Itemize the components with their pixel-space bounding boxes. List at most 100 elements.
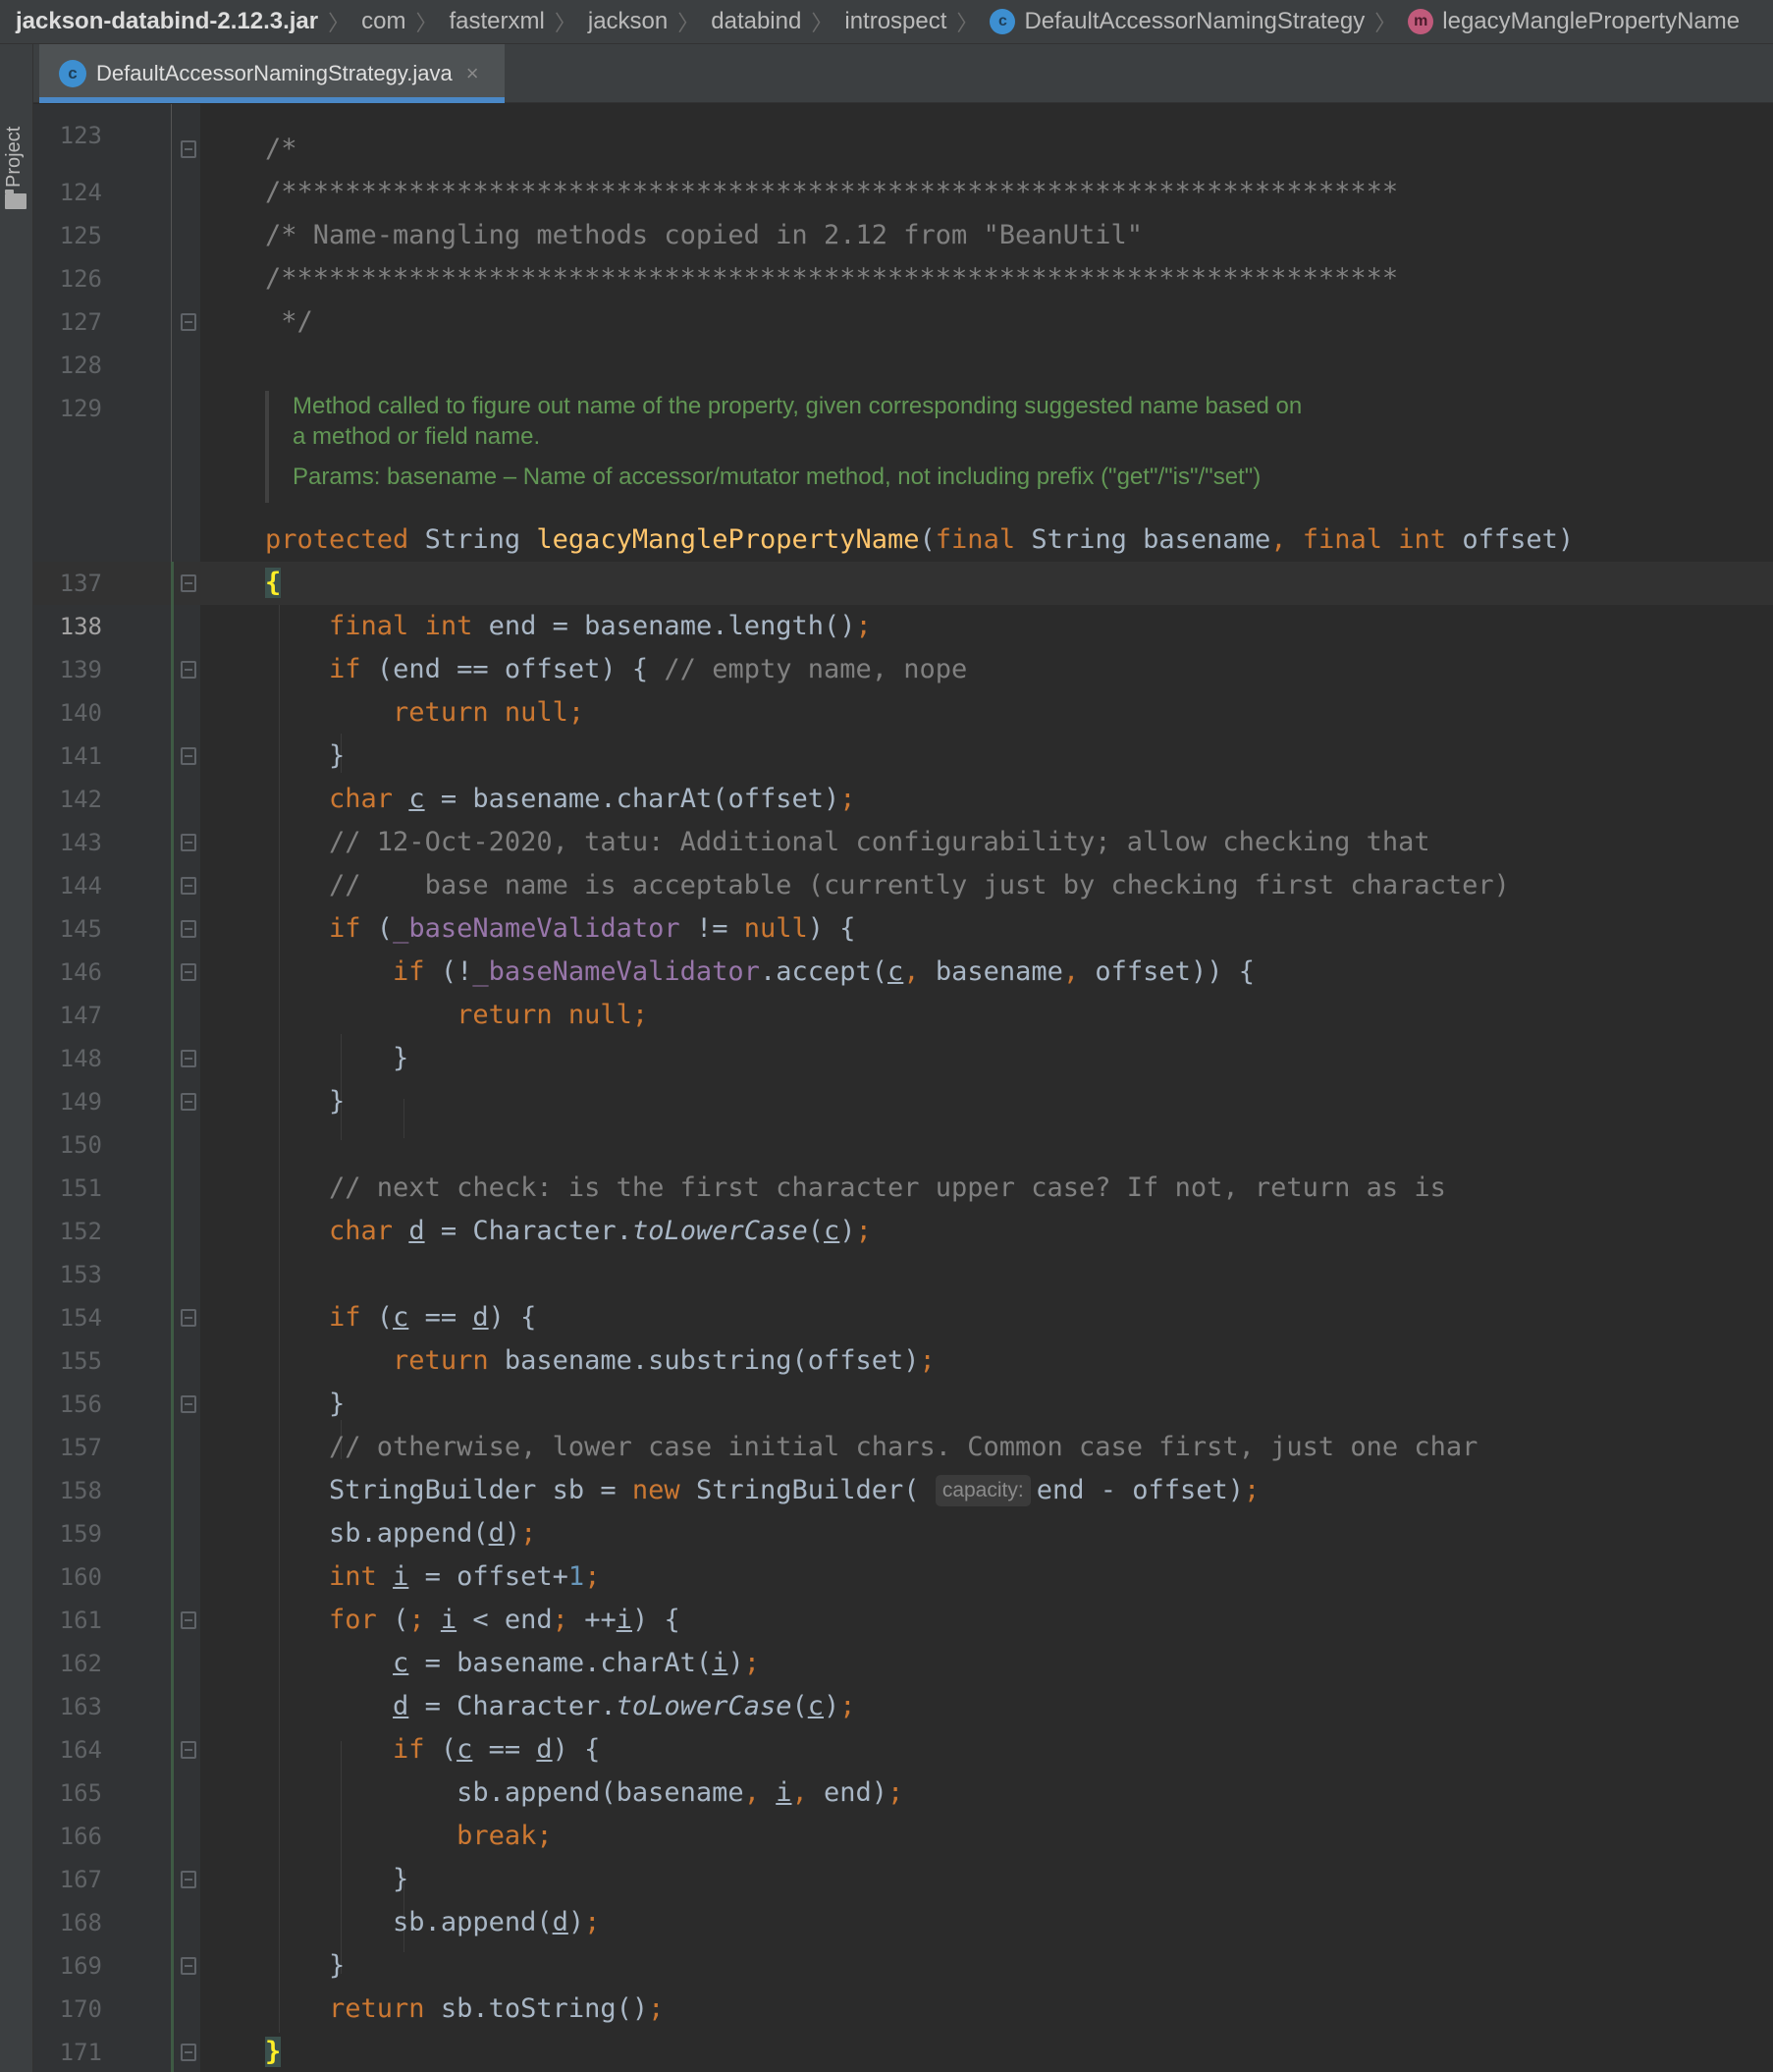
code-line: 152 // next check: is the first characte…: [33, 1167, 1773, 1245]
matched-brace: {: [265, 568, 282, 598]
code-line: 158 // otherwise, lower case initial cha…: [33, 1426, 1773, 1504]
structure-tool-button[interactable]: ture: [3, 2067, 28, 2072]
breadcrumb-item-class[interactable]: c DefaultAccessorNamingStrategy: [990, 8, 1365, 35]
code-line: 160 sb.append(d);: [33, 1512, 1773, 1591]
code-line: 154: [33, 1253, 1773, 1332]
breadcrumb-item-introspect[interactable]: introspect: [844, 8, 946, 35]
code-line: 165 if (c == d) {: [33, 1728, 1773, 1807]
fold-toggle-icon[interactable]: [181, 1957, 196, 1975]
code-line: 126 /* Name-mangling methods copied in 2…: [33, 214, 1773, 293]
code-text: }: [329, 1389, 346, 1419]
breadcrumb-item-method[interactable]: m legacyManglePropertyName: [1408, 8, 1740, 35]
fold-toggle-icon[interactable]: [181, 661, 196, 679]
breadcrumb-item-com[interactable]: com: [361, 8, 405, 35]
fold-toggle-icon[interactable]: [181, 877, 196, 895]
code-text: StringBuilder sb = new StringBuilder( ca…: [329, 1475, 1261, 1506]
code-text: sb.append(basename, i, end);: [457, 1777, 904, 1808]
code-line: 139 final int end = basename.length();: [33, 605, 1773, 683]
breadcrumb-item-jar[interactable]: jackson-databind-2.12.3.jar: [16, 8, 318, 35]
javadoc-line: a method or field name.: [293, 423, 541, 450]
tab-label: DefaultAccessorNamingStrategy.java: [96, 61, 453, 85]
fold-toggle-icon[interactable]: [181, 1050, 196, 1067]
code-line: 147 if (!_baseNameValidator.accept(c, ba…: [33, 951, 1773, 1029]
editor-tab-bar: c DefaultAccessorNamingStrategy.java ×: [33, 44, 1773, 103]
code-text: }: [329, 740, 346, 771]
code-text: /***************************************…: [265, 263, 1399, 294]
code-text: for (; i < end; ++i) {: [329, 1605, 680, 1635]
code-line: 151: [33, 1123, 1773, 1202]
code-text: }: [393, 1043, 409, 1073]
fold-toggle-icon[interactable]: [181, 1309, 196, 1327]
method-name[interactable]: legacyManglePropertyName: [536, 524, 919, 555]
code-line: 168 }: [33, 1858, 1773, 1936]
code-line: 125 /***********************************…: [33, 171, 1773, 249]
code-text: c = basename.charAt(i);: [393, 1648, 760, 1678]
code-line: 144 // 12-Oct-2020, tatu: Additional con…: [33, 821, 1773, 900]
code-line: 161 int i = offset+1;: [33, 1555, 1773, 1634]
code-line: 123: [33, 104, 1773, 149]
code-text: char d = Character.toLowerCase(c);: [329, 1216, 872, 1246]
folder-icon[interactable]: [5, 190, 27, 209]
code-text: // next check: is the first character up…: [329, 1172, 1446, 1203]
fold-toggle-icon[interactable]: [181, 1093, 196, 1111]
fold-toggle-icon[interactable]: [181, 747, 196, 765]
code-line: 153 char d = Character.toLowerCase(c);: [33, 1210, 1773, 1288]
breadcrumb-item-databind[interactable]: databind: [711, 8, 801, 35]
breadcrumb: jackson-databind-2.12.3.jar 〉 com 〉 fast…: [0, 0, 1773, 44]
code-text: // otherwise, lower case initial chars. …: [329, 1432, 1478, 1462]
chevron-right-icon: 〉: [415, 11, 438, 35]
code-text: break;: [457, 1821, 553, 1851]
method-icon: m: [1408, 9, 1434, 34]
code-text: final int end = basename.length();: [329, 611, 872, 641]
code-text: d = Character.toLowerCase(c);: [393, 1691, 856, 1721]
code-text: */: [265, 306, 313, 337]
rendered-javadoc[interactable]: Method called to figure out name of the …: [265, 391, 1541, 503]
code-text: return basename.substring(offset);: [393, 1345, 936, 1376]
code-line: 172 }: [33, 2031, 1773, 2072]
fold-toggle-icon[interactable]: [181, 1741, 196, 1759]
code-line: 156 return basename.substring(offset);: [33, 1339, 1773, 1418]
close-icon[interactable]: ×: [466, 61, 479, 86]
fold-toggle-icon[interactable]: [181, 574, 196, 592]
fold-toggle-icon[interactable]: [181, 2044, 196, 2061]
code-line: 171 return sb.toString();: [33, 1988, 1773, 2066]
javadoc-params: Params: basename – Name of accessor/muta…: [293, 463, 1262, 490]
class-icon: c: [990, 9, 1016, 34]
fold-toggle-icon[interactable]: [181, 1395, 196, 1413]
breadcrumb-class-label: DefaultAccessorNamingStrategy: [1024, 8, 1366, 34]
fold-toggle-icon[interactable]: [181, 920, 196, 938]
tool-window-strip: Project ture: [0, 44, 33, 2072]
code-text: {: [265, 562, 282, 605]
fold-toggle-icon[interactable]: [181, 1871, 196, 1888]
code-text: return sb.toString();: [329, 1993, 665, 2024]
fold-toggle-icon[interactable]: [181, 140, 196, 158]
code-text: if (_baseNameValidator != null) {: [329, 913, 856, 944]
breadcrumb-item-fasterxml[interactable]: fasterxml: [449, 8, 544, 35]
fold-toggle-icon[interactable]: [181, 1611, 196, 1629]
code-text: int i = offset+1;: [329, 1561, 601, 1592]
code-text: sb.append(d);: [393, 1907, 601, 1937]
breadcrumb-method-label: legacyManglePropertyName: [1442, 8, 1741, 34]
code-line: 148 return null;: [33, 994, 1773, 1072]
tab-default-accessor-naming-strategy[interactable]: c DefaultAccessorNamingStrategy.java ×: [39, 44, 505, 103]
code-editor[interactable]: 123 124 /* 125 /************************…: [33, 104, 1773, 2072]
chevron-right-icon: 〉: [811, 11, 833, 35]
code-text: }: [329, 1950, 346, 1981]
code-line: 137 protected String legacyManglePropert…: [33, 518, 1773, 597]
class-file-icon: c: [59, 60, 86, 87]
code-line: 163 c = basename.charAt(i);: [33, 1642, 1773, 1720]
fold-toggle-icon[interactable]: [181, 313, 196, 331]
breadcrumb-item-jackson[interactable]: jackson: [588, 8, 668, 35]
fold-toggle-icon[interactable]: [181, 963, 196, 981]
code-text: return null;: [457, 1000, 649, 1030]
parameter-hint: capacity:: [935, 1475, 1031, 1506]
code-text: /*: [265, 134, 297, 164]
code-line: 143 char c = basename.charAt(offset);: [33, 778, 1773, 856]
code-line: 142 }: [33, 735, 1773, 813]
code-line: 127 /***********************************…: [33, 257, 1773, 336]
code-text: /***************************************…: [265, 177, 1399, 207]
code-line: 128 */: [33, 300, 1773, 379]
project-tool-button[interactable]: Project: [3, 113, 28, 201]
code-line: 124 /*: [33, 128, 1773, 206]
fold-toggle-icon[interactable]: [181, 834, 196, 851]
